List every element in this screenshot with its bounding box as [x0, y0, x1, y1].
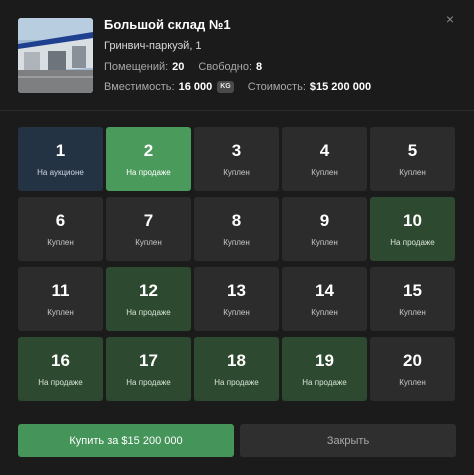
unit-cell-17[interactable]: 17 На продаже: [106, 337, 191, 401]
unit-status: Куплен: [311, 167, 338, 177]
unit-number: 18: [227, 350, 246, 370]
warehouse-header: Большой склад №1 Гринвич-паркуэй, 1 Поме…: [0, 0, 474, 111]
unit-cell-18[interactable]: 18 На продаже: [194, 337, 279, 401]
rooms-value: 20: [172, 61, 185, 73]
unit-status: На продаже: [126, 167, 171, 177]
unit-number: 3: [231, 140, 242, 160]
close-icon[interactable]: ×: [441, 10, 459, 28]
unit-cell-7[interactable]: 7 Куплен: [106, 197, 191, 261]
unit-number: 15: [403, 280, 422, 300]
unit-number: 4: [319, 140, 330, 160]
warehouse-address: Гринвич-паркуэй, 1: [104, 40, 202, 52]
unit-status: На продаже: [38, 377, 83, 387]
unit-status: На продаже: [390, 237, 435, 247]
unit-cell-3[interactable]: 3 Куплен: [194, 127, 279, 191]
buy-button[interactable]: Купить за $15 200 000: [18, 424, 234, 457]
unit-number: 8: [231, 210, 242, 230]
unit-cell-8[interactable]: 8 Куплен: [194, 197, 279, 261]
unit-status: Куплен: [223, 167, 250, 177]
unit-cell-19[interactable]: 19 На продаже: [282, 337, 367, 401]
unit-cell-1[interactable]: 1 На аукционе: [18, 127, 103, 191]
unit-status: Куплен: [399, 307, 426, 317]
unit-number: 17: [139, 350, 158, 370]
unit-number: 16: [51, 350, 70, 370]
unit-status: Куплен: [223, 307, 250, 317]
warehouse-photo: [18, 18, 93, 93]
unit-number: 14: [315, 280, 334, 300]
unit-status: Куплен: [223, 237, 250, 247]
unit-number: 2: [143, 140, 154, 160]
unit-cell-13[interactable]: 13 Куплен: [194, 267, 279, 331]
unit-number: 19: [315, 350, 334, 370]
unit-status: Куплен: [47, 237, 74, 247]
capacity-value: 16 000: [178, 81, 213, 93]
close-button[interactable]: Закрыть: [240, 424, 456, 457]
unit-number: 1: [55, 140, 66, 160]
unit-number: 6: [55, 210, 66, 230]
warehouse-dialog: Большой склад №1 Гринвич-паркуэй, 1 Поме…: [0, 0, 474, 475]
unit-number: 13: [227, 280, 246, 300]
warehouse-room-stats: Помещений: 20 Свободно: 8: [104, 61, 262, 73]
unit-status: На аукционе: [37, 167, 84, 177]
unit-cell-14[interactable]: 14 Куплен: [282, 267, 367, 331]
free-label: Свободно:: [198, 61, 253, 73]
capacity-label: Вместимость:: [104, 81, 175, 93]
unit-cell-9[interactable]: 9 Куплен: [282, 197, 367, 261]
unit-number: 10: [403, 210, 422, 230]
unit-status: Куплен: [311, 307, 338, 317]
unit-status: Куплен: [47, 307, 74, 317]
price-label: Стоимость:: [247, 81, 306, 93]
unit-number: 5: [407, 140, 418, 160]
unit-cell-16[interactable]: 16 На продаже: [18, 337, 103, 401]
unit-status: Куплен: [399, 167, 426, 177]
unit-cell-15[interactable]: 15 Куплен: [370, 267, 455, 331]
unit-cell-4[interactable]: 4 Куплен: [282, 127, 367, 191]
unit-status: На продаже: [126, 377, 171, 387]
unit-number: 11: [51, 280, 70, 300]
rooms-label: Помещений:: [104, 61, 169, 73]
unit-number: 20: [403, 350, 422, 370]
unit-cell-12[interactable]: 12 На продаже: [106, 267, 191, 331]
unit-status: Куплен: [311, 237, 338, 247]
unit-status: Куплен: [135, 237, 162, 247]
unit-status: Куплен: [399, 377, 426, 387]
unit-cell-20[interactable]: 20 Куплен: [370, 337, 455, 401]
unit-number: 9: [319, 210, 330, 230]
free-value: 8: [256, 61, 263, 73]
unit-number: 12: [139, 280, 158, 300]
warehouse-title: Большой склад №1: [104, 17, 231, 32]
unit-grid: 1 На аукционе 2 На продаже 3 Куплен 4 Куплен 5 Ку…: [18, 127, 456, 405]
unit-number: 7: [143, 210, 154, 230]
unit-cell-6[interactable]: 6 Куплен: [18, 197, 103, 261]
kg-badge: KG: [217, 81, 234, 93]
unit-cell-11[interactable]: 11 Куплен: [18, 267, 103, 331]
unit-status: На продаже: [302, 377, 347, 387]
unit-cell-10[interactable]: 10 На продаже: [370, 197, 455, 261]
unit-cell-2[interactable]: 2 На продаже: [106, 127, 191, 191]
price-value: $15 200 000: [309, 81, 372, 93]
unit-cell-5[interactable]: 5 Куплен: [370, 127, 455, 191]
warehouse-capacity-stats: Вместимость: 16 000 KG Стоимость: $15 200 00…: [104, 81, 371, 93]
unit-status: На продаже: [214, 377, 259, 387]
unit-status: На продаже: [126, 307, 171, 317]
